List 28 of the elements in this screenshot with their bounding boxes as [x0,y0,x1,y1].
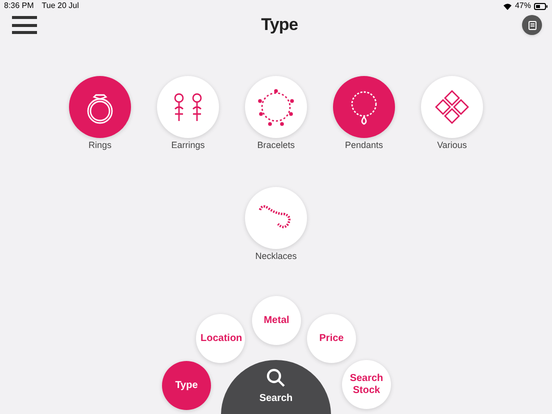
status-time: 8:36 PM [4,0,34,12]
category-label: Bracelets [257,141,295,150]
category-button[interactable] [245,76,307,138]
wifi-icon [502,2,512,10]
page-title: Type [261,14,298,36]
notes-button[interactable] [522,15,542,35]
filter-button[interactable]: Location [196,314,245,363]
category-label: Pendants [344,141,384,150]
category-button[interactable] [421,76,483,138]
menu-button[interactable] [12,16,37,34]
search-button[interactable]: Search [221,360,331,414]
category-button[interactable] [333,76,395,138]
category-label: Necklaces [255,252,297,261]
category-label: Rings [88,141,112,150]
filter-button[interactable]: Type [162,361,211,410]
bracelet-icon [256,87,296,127]
category-label: Various [437,141,467,150]
category-button[interactable] [157,76,219,138]
document-icon [528,20,536,30]
filter-button[interactable]: Metal [252,296,301,345]
filter-button[interactable]: Price [307,314,356,363]
battery-percentage: 47% [514,0,531,12]
filter-button[interactable]: Search Stock [342,360,391,409]
category-label: Earrings [171,141,205,150]
status-date: Tue 20 Jul [42,0,79,12]
search-icon [266,368,286,388]
category-button[interactable] [69,76,131,138]
battery-icon [534,2,548,10]
